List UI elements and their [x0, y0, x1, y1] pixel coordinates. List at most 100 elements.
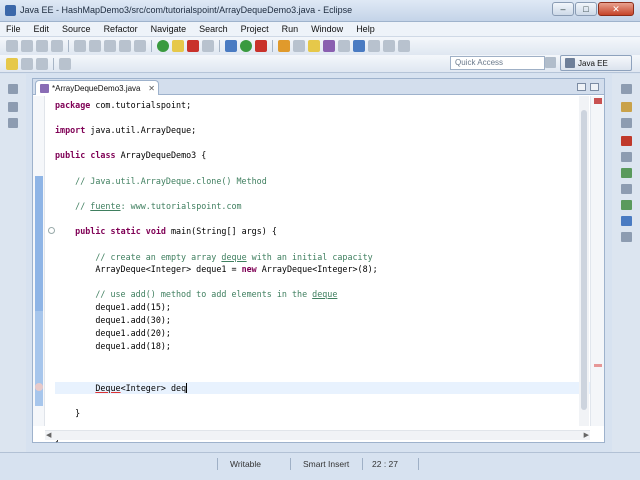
run-icon[interactable] — [240, 40, 252, 52]
new-ejb-icon[interactable] — [104, 40, 116, 52]
close-button[interactable]: ✕ — [598, 2, 634, 16]
vertical-ruler[interactable] — [33, 96, 45, 426]
code-text: ArrayDequeDemo3 { — [115, 150, 207, 160]
code-line-16: // use add() method to add elements in t… — [55, 289, 338, 299]
open-type-icon[interactable] — [293, 40, 305, 52]
save-all-icon[interactable] — [36, 40, 48, 52]
perspective-label: Java EE — [578, 58, 608, 68]
properties-icon[interactable] — [621, 152, 632, 162]
last-edit-icon[interactable] — [6, 57, 18, 70]
debug-icon[interactable] — [255, 40, 267, 52]
keyword: new — [241, 264, 257, 274]
fold-toggle-icon[interactable] — [48, 227, 55, 234]
menu-source[interactable]: Source — [62, 24, 91, 34]
scroll-left-icon[interactable]: ◀ — [46, 431, 51, 439]
restore-icon[interactable] — [8, 84, 18, 94]
menu-search[interactable]: Search — [199, 24, 228, 34]
new-server-icon[interactable] — [74, 40, 86, 52]
print-icon[interactable] — [51, 40, 63, 52]
keyword: package — [55, 100, 91, 110]
open-task-icon[interactable] — [308, 40, 320, 52]
task-list-icon[interactable] — [621, 102, 632, 112]
quick-diff-change-bar — [35, 176, 43, 311]
overview-ruler[interactable] — [590, 96, 604, 426]
menu-window[interactable]: Window — [311, 24, 343, 34]
markers-icon[interactable] — [621, 136, 632, 146]
status-writable: Writable — [230, 459, 262, 469]
scroll-right-icon[interactable]: ▶ — [584, 431, 589, 439]
problems-icon[interactable] — [621, 216, 632, 226]
project-explorer-icon[interactable] — [8, 102, 18, 112]
error-icon[interactable] — [35, 383, 43, 391]
status-divider — [217, 458, 218, 470]
servers-icon[interactable] — [621, 168, 632, 178]
toolbar-separator — [151, 40, 152, 52]
outline-icon[interactable] — [621, 118, 632, 128]
new-web-project-icon[interactable] — [89, 40, 101, 52]
disconnect-icon[interactable] — [202, 40, 214, 52]
back-icon[interactable] — [21, 57, 33, 70]
menu-file[interactable]: File — [6, 24, 21, 34]
menu-refactor[interactable]: Refactor — [104, 24, 138, 34]
error-annotation-mark[interactable] — [594, 364, 602, 367]
error-underline: Deque — [95, 383, 121, 393]
next-annotation-icon[interactable] — [383, 40, 395, 52]
pin-editor-icon[interactable] — [353, 40, 365, 52]
code-line-17: deque1.add(15); — [55, 302, 171, 312]
restore-icon[interactable] — [621, 84, 632, 94]
keyword: public — [55, 150, 86, 160]
menu-project[interactable]: Project — [241, 24, 269, 34]
previous-annotation-icon[interactable] — [398, 40, 410, 52]
editor-tab-arraydequedemo3[interactable]: *ArrayDequeDemo3.java ✕ — [35, 80, 159, 95]
horizontal-scrollbar[interactable]: ◀ ▶ — [45, 430, 590, 440]
quick-access-input[interactable]: Quick Access — [450, 56, 545, 70]
show-whitespace-icon[interactable] — [368, 40, 380, 52]
left-trim-stack — [0, 74, 26, 454]
history-icon[interactable] — [59, 57, 71, 70]
step-into-icon[interactable] — [225, 40, 237, 52]
save-icon[interactable] — [21, 40, 33, 52]
maximize-editor-icon[interactable] — [590, 83, 599, 91]
terminate-icon[interactable] — [187, 40, 199, 52]
code-text-area[interactable]: package com.tutorialspoint; import java.… — [55, 96, 590, 443]
new-icon[interactable] — [6, 40, 18, 52]
suspend-icon[interactable] — [172, 40, 184, 52]
resume-icon[interactable] — [157, 40, 169, 52]
new-package-icon[interactable] — [134, 40, 146, 52]
forward-icon[interactable] — [36, 57, 48, 70]
toggle-mark-icon[interactable] — [338, 40, 350, 52]
data-source-explorer-icon[interactable] — [621, 184, 632, 194]
status-cursor-position: 22 : 27 — [372, 459, 398, 469]
status-divider — [362, 458, 363, 470]
error-summary-icon[interactable] — [594, 98, 602, 104]
open-perspective-icon[interactable] — [545, 57, 556, 68]
java-file-icon — [40, 83, 49, 93]
code-line-11: public static void main(String[] args) { — [75, 226, 277, 236]
minimize-editor-icon[interactable] — [577, 83, 586, 91]
vertical-scrollbar[interactable] — [579, 96, 589, 426]
perspective-button-java-ee[interactable]: Java EE — [560, 55, 632, 71]
new-class-icon[interactable] — [119, 40, 131, 52]
console-icon[interactable] — [621, 232, 632, 242]
toolbar-separator — [272, 40, 273, 52]
menu-run[interactable]: Run — [282, 24, 299, 34]
menu-navigate[interactable]: Navigate — [151, 24, 187, 34]
snippets-icon[interactable] — [621, 200, 632, 210]
package-explorer-icon[interactable] — [8, 118, 18, 128]
scrollbar-thumb[interactable] — [581, 110, 587, 410]
external-tools-icon[interactable] — [278, 40, 290, 52]
keyword: void — [145, 226, 166, 236]
code-line-1: package com.tutorialspoint; — [55, 100, 191, 111]
status-divider — [418, 458, 419, 470]
close-tab-icon[interactable]: ✕ — [148, 84, 155, 93]
maximize-button[interactable]: □ — [575, 2, 597, 16]
minimize-button[interactable]: – — [552, 2, 574, 16]
window-title: Java EE - HashMapDemo3/src/com/tutorials… — [20, 5, 353, 15]
menu-help[interactable]: Help — [356, 24, 375, 34]
code-line-20: deque1.add(18); — [55, 341, 171, 351]
menu-edit[interactable]: Edit — [34, 24, 50, 34]
status-insert-mode: Smart Insert — [303, 459, 350, 469]
java-editor: *ArrayDequeDemo3.java ✕ package com.tuto… — [32, 78, 605, 443]
eclipse-window: Java EE - HashMapDemo3/src/com/tutorials… — [0, 0, 640, 480]
search-icon[interactable] — [323, 40, 335, 52]
